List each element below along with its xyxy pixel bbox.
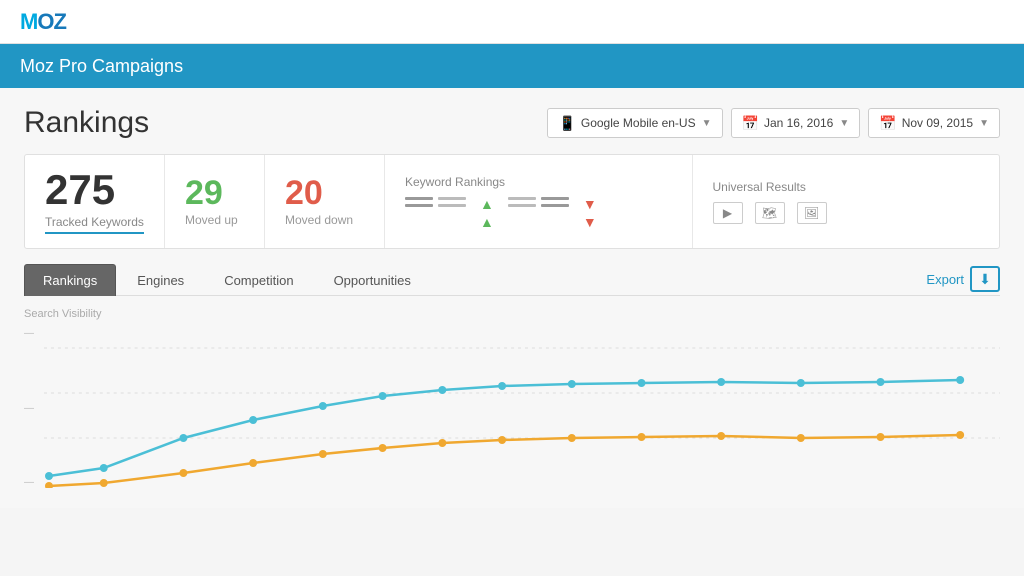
y-label-mid: — [24, 403, 34, 414]
kw-row-4: ▼ ▼ [583, 197, 597, 229]
kw-line: ▼ [583, 215, 597, 229]
image-icon: 🖼 [797, 202, 827, 224]
moved-down-label: Moved down [285, 213, 364, 227]
arrow-down-icon: ▼ [583, 215, 597, 229]
stats-card: 275 Tracked Keywords 29 Moved up 20 Move… [24, 154, 1000, 249]
engine-dropdown[interactable]: 📱 Google Mobile en-US ▼ [547, 108, 722, 138]
chart-svg [44, 328, 1000, 488]
date1-dropdown[interactable]: 📅 Jan 16, 2016 ▼ [731, 108, 861, 138]
chevron-down-icon: ▼ [702, 118, 712, 129]
top-nav: MOZ [0, 0, 1024, 44]
arrow-up-icon: ▲ [480, 215, 494, 229]
kw-line [405, 197, 466, 200]
moved-up-number: 29 [185, 176, 244, 210]
mobile-icon: 📱 [558, 115, 575, 132]
kw-dash [541, 197, 569, 200]
chevron-down-icon: ▼ [979, 118, 989, 129]
kw-dash [405, 197, 433, 200]
moved-down-number: 20 [285, 176, 364, 210]
kw-row-2: ▲ ▲ [480, 197, 494, 229]
kw-dash [508, 204, 536, 207]
arrow-down-icon: ▼ [583, 197, 597, 211]
kw-dash [405, 204, 433, 207]
y-label-top: — [24, 328, 34, 339]
kw-row-3 [508, 197, 569, 229]
chart-y-labels: — — — [24, 328, 34, 488]
kw-line: ▼ [583, 197, 597, 211]
chart-area: Search Visibility — — — [24, 308, 1000, 508]
tab-opportunities[interactable]: Opportunities [315, 264, 430, 296]
campaign-title: Moz Pro Campaigns [20, 56, 183, 77]
tabs-row: Rankings Engines Competition Opportuniti… [24, 263, 1000, 296]
rankings-header: Rankings 📱 Google Mobile en-US ▼ 📅 Jan 1… [24, 106, 1000, 140]
keyword-rankings-title: Keyword Rankings [405, 175, 672, 189]
moz-logo: MOZ [20, 9, 66, 35]
moved-down-block: 20 Moved down [265, 155, 385, 248]
arrow-up-icon: ▲ [480, 197, 494, 211]
tab-competition[interactable]: Competition [205, 264, 312, 296]
tracked-label: Tracked Keywords [45, 215, 144, 234]
date2-dropdown[interactable]: 📅 Nov 09, 2015 ▼ [868, 108, 1000, 138]
kw-line: ▲ [480, 197, 494, 211]
tracked-number: 275 [45, 169, 144, 211]
main-content: Rankings 📱 Google Mobile en-US ▼ 📅 Jan 1… [0, 88, 1024, 508]
moved-up-label: Moved up [185, 213, 244, 227]
map-icon: 🗺 [755, 202, 785, 224]
tab-rankings[interactable]: Rankings [24, 264, 116, 296]
kw-dash [438, 197, 466, 200]
chart-section-label: Search Visibility [24, 308, 1000, 320]
calendar-icon: 📅 [742, 115, 759, 132]
moved-up-block: 29 Moved up [165, 155, 265, 248]
kw-dash [438, 204, 466, 207]
video-icon: ▶ [713, 202, 743, 224]
kw-dash [541, 204, 569, 207]
keyword-rankings-rows: ▲ ▲ [405, 197, 672, 229]
export-label: Export [926, 272, 964, 287]
kw-line [508, 197, 569, 200]
kw-line [405, 204, 466, 207]
tab-engines[interactable]: Engines [118, 264, 203, 296]
kw-dash [508, 197, 536, 200]
page-title: Rankings [24, 106, 149, 140]
export-icon: ⬇ [970, 266, 1000, 292]
blue-line [49, 380, 960, 476]
universal-icons: ▶ 🗺 🖼 [713, 202, 980, 224]
universal-results-block: Universal Results ▶ 🗺 🖼 [693, 155, 1000, 248]
chevron-down-icon: ▼ [839, 118, 849, 129]
campaign-bar: Moz Pro Campaigns [0, 44, 1024, 88]
universal-results-title: Universal Results [713, 180, 980, 194]
calendar-icon: 📅 [879, 115, 896, 132]
keyword-rankings-block: Keyword Rankings ▲ [385, 155, 693, 248]
tracked-keywords-block: 275 Tracked Keywords [25, 155, 165, 248]
kw-row-1 [405, 197, 466, 229]
export-button[interactable]: Export ⬇ [926, 266, 1000, 292]
y-label-bot: — [24, 477, 34, 488]
kw-line: ▲ [480, 215, 494, 229]
kw-line [508, 204, 569, 207]
